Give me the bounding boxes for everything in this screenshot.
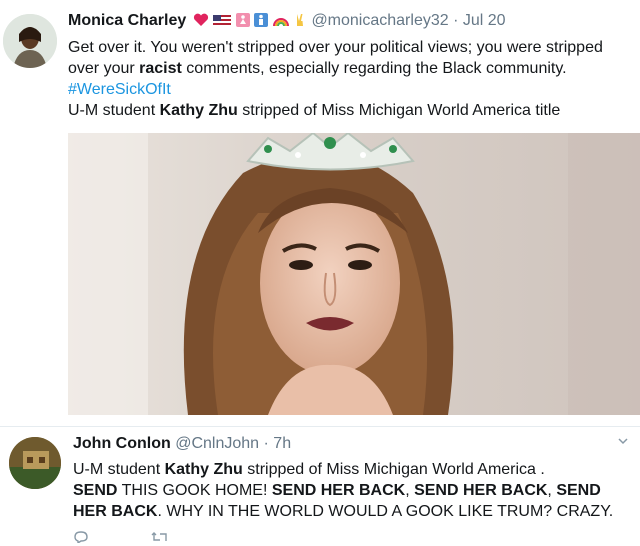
timestamp[interactable]: 7h (273, 435, 291, 452)
text-segment: , (405, 482, 415, 499)
text-segment: Kathy Zhu (164, 461, 243, 478)
tweet-text: Get over it. You weren't stripped over y… (68, 37, 633, 121)
text-segment: , (547, 482, 557, 499)
article-photo[interactable] (68, 133, 640, 415)
tweet-monica-charley[interactable]: Monica Charley @monicacharley32 · Jul 20… (0, 0, 640, 418)
handle[interactable]: @monicacharley32 (311, 12, 448, 29)
tweet-header: John Conlon @CnlnJohn · 7h (73, 435, 291, 453)
text-segment: . WHY IN THE WORLD WOULD A GOOK LIKE TRU… (157, 503, 614, 520)
hashtag-link[interactable]: #WereSickOfIt (68, 81, 171, 98)
heart-icon (193, 13, 208, 26)
us-flag-icon (213, 15, 232, 27)
timestamp[interactable]: Jul 20 (463, 12, 506, 29)
text-segment: SEND HER BACK (414, 482, 548, 499)
text-segment: SEND (73, 482, 118, 499)
handle[interactable]: @CnlnJohn (175, 435, 259, 452)
avatar-photo (3, 14, 57, 68)
tweet-actions (73, 530, 227, 546)
text-segment: stripped of Miss Michigan World America … (242, 461, 545, 478)
portrait-image (68, 133, 640, 415)
separator: · (453, 12, 459, 29)
chevron-down-icon[interactable] (618, 435, 628, 445)
tweet-text: U-M student Kathy Zhu stripped of Miss M… (73, 459, 633, 522)
retweet-icon[interactable] (151, 530, 169, 546)
victory-hand-icon (296, 14, 303, 26)
text-segment: U-M student (73, 461, 165, 478)
man-sign-icon (254, 13, 269, 27)
woman-sign-icon (235, 13, 250, 27)
reply-icon[interactable] (73, 530, 89, 546)
avatar[interactable] (3, 14, 57, 68)
tweet-john-conlon[interactable]: John Conlon @CnlnJohn · 7h U-M student K… (0, 426, 640, 545)
text-segment: THIS GOOK HOME! (117, 482, 272, 499)
avatar[interactable] (9, 437, 61, 489)
display-name[interactable]: Monica Charley (68, 12, 186, 29)
avatar-photo (9, 437, 61, 489)
display-name[interactable]: John Conlon (73, 435, 171, 452)
separator: · (263, 435, 269, 452)
text-segment: racist (139, 60, 182, 77)
rainbow-icon (272, 18, 289, 27)
text-segment: comments, especially regarding the Black… (181, 60, 567, 77)
tweet-header: Monica Charley @monicacharley32 · Jul 20 (68, 12, 506, 32)
name-emojis (193, 13, 307, 32)
linked-article-title[interactable]: U-M student Kathy Zhu stripped of Miss M… (68, 102, 560, 119)
text-segment: SEND HER BACK (271, 482, 406, 499)
